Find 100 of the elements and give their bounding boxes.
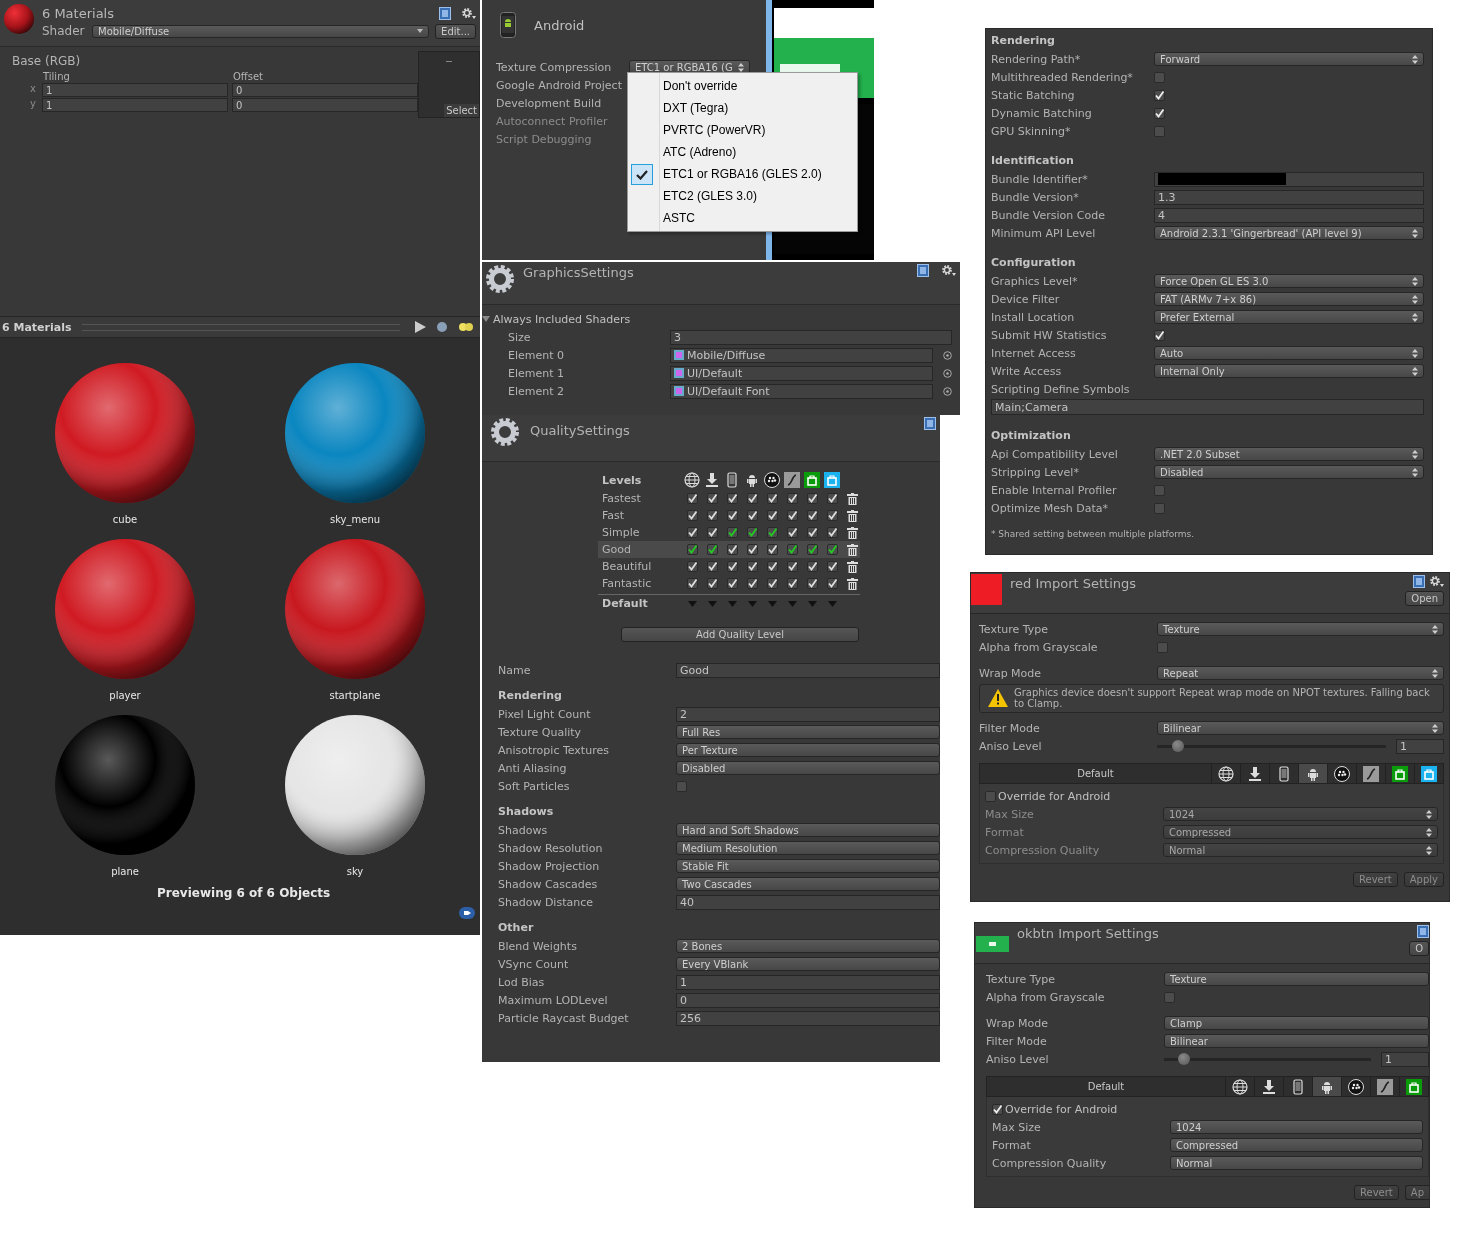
checkbox[interactable] bbox=[726, 544, 738, 555]
dropdown[interactable]: Internal Only bbox=[1154, 364, 1424, 378]
checkbox[interactable] bbox=[826, 493, 838, 504]
dropdown[interactable]: Prefer External bbox=[1154, 310, 1424, 324]
platform-tab[interactable] bbox=[1312, 1077, 1341, 1096]
dropdown[interactable]: Two Cascades bbox=[676, 877, 940, 891]
edit-button[interactable]: Edit... bbox=[435, 23, 476, 39]
platform-tab[interactable] bbox=[1298, 764, 1327, 783]
dropdown[interactable]: Disabled bbox=[1154, 465, 1424, 479]
level-row[interactable]: Beautiful bbox=[598, 558, 860, 575]
checkbox[interactable] bbox=[766, 561, 778, 572]
dropdown[interactable]: Normal bbox=[1170, 1156, 1423, 1170]
dropdown[interactable]: Forward bbox=[1154, 52, 1424, 66]
trash-icon[interactable] bbox=[846, 509, 858, 522]
checkbox[interactable] bbox=[1164, 991, 1175, 1003]
dropdown[interactable]: Medium Resolution bbox=[676, 841, 940, 855]
text-field[interactable]: 1 bbox=[676, 974, 940, 990]
number-field[interactable]: 1 bbox=[1396, 738, 1444, 754]
checkbox[interactable] bbox=[706, 561, 718, 572]
checkbox[interactable] bbox=[786, 493, 798, 504]
checkbox[interactable] bbox=[726, 561, 738, 572]
dropdown[interactable]: Auto bbox=[1154, 346, 1424, 360]
checkbox[interactable] bbox=[686, 578, 698, 589]
shader-dropdown[interactable]: Mobile/Diffuse bbox=[92, 24, 430, 38]
checkbox[interactable] bbox=[706, 578, 718, 589]
book-icon[interactable] bbox=[439, 6, 451, 20]
checkbox[interactable] bbox=[726, 578, 738, 589]
menu-item[interactable]: ETC2 (GLES 3.0) bbox=[630, 185, 855, 207]
text-field[interactable]: 1.3 bbox=[1154, 189, 1424, 205]
level-row[interactable]: Good bbox=[598, 541, 860, 558]
checkbox[interactable] bbox=[786, 561, 798, 572]
lights-icon[interactable] bbox=[458, 321, 474, 333]
checkbox[interactable] bbox=[706, 510, 718, 521]
checkbox[interactable] bbox=[992, 1103, 1003, 1115]
checkbox[interactable] bbox=[746, 544, 758, 555]
object-field[interactable]: Mobile/Diffuse bbox=[670, 347, 933, 363]
checkbox[interactable] bbox=[766, 527, 778, 538]
book-icon[interactable] bbox=[917, 264, 929, 277]
checkbox[interactable] bbox=[806, 527, 818, 538]
sphere-icon[interactable] bbox=[436, 321, 448, 333]
checkbox[interactable] bbox=[686, 561, 698, 572]
number-field[interactable]: 1 bbox=[1381, 1051, 1429, 1067]
text-field[interactable]: Good bbox=[676, 662, 940, 678]
number-field[interactable]: 0 bbox=[232, 83, 418, 97]
checkbox[interactable] bbox=[826, 544, 838, 555]
text-field[interactable]: 2 bbox=[676, 706, 940, 722]
level-row[interactable]: Fastest bbox=[598, 490, 860, 507]
checkbox[interactable] bbox=[806, 544, 818, 555]
checkbox[interactable] bbox=[746, 561, 758, 572]
dropdown[interactable]: Android 2.3.1 'Gingerbread' (API level 9) bbox=[1154, 226, 1424, 240]
gear-icon[interactable] bbox=[1429, 575, 1444, 588]
text-field[interactable]: 4 bbox=[1154, 207, 1424, 223]
text-field[interactable] bbox=[1154, 171, 1424, 187]
foldout[interactable]: Always Included Shaders bbox=[482, 310, 960, 328]
checkbox[interactable] bbox=[1157, 641, 1168, 653]
checkbox[interactable] bbox=[826, 578, 838, 589]
dropdown[interactable]: Compressed bbox=[1170, 1138, 1423, 1152]
checkbox[interactable] bbox=[826, 561, 838, 572]
checkbox[interactable] bbox=[766, 544, 778, 555]
trash-icon[interactable] bbox=[846, 526, 858, 539]
checkbox[interactable] bbox=[985, 790, 996, 802]
checkbox[interactable] bbox=[806, 493, 818, 504]
level-row[interactable]: Fantastic bbox=[598, 575, 860, 592]
select-button[interactable]: Select bbox=[444, 104, 479, 117]
checkbox[interactable] bbox=[766, 578, 778, 589]
dropdown[interactable]: 2 Bones bbox=[676, 939, 940, 953]
dropdown[interactable]: Per Texture bbox=[676, 743, 940, 757]
menu-item[interactable]: ETC1 or RGBA16 (GLES 2.0) bbox=[630, 163, 855, 185]
book-icon[interactable] bbox=[1417, 925, 1429, 938]
checkbox[interactable] bbox=[706, 527, 718, 538]
text-field[interactable]: 256 bbox=[676, 1010, 940, 1026]
checkbox[interactable] bbox=[826, 527, 838, 538]
add-quality-level-button[interactable]: Add Quality Level bbox=[621, 627, 859, 642]
dropdown[interactable]: Full Res bbox=[676, 725, 940, 739]
book-icon[interactable] bbox=[924, 417, 936, 430]
open-button[interactable]: Open bbox=[1405, 591, 1444, 606]
menu-item[interactable]: DXT (Tegra) bbox=[630, 97, 855, 119]
dropdown[interactable]: 1024 bbox=[1170, 1120, 1423, 1134]
checkbox[interactable] bbox=[726, 527, 738, 538]
menu-item[interactable]: ASTC bbox=[630, 207, 855, 229]
menu-item[interactable]: Don't override bbox=[630, 75, 855, 97]
checkbox[interactable] bbox=[706, 544, 718, 555]
checkbox[interactable] bbox=[1154, 89, 1165, 101]
checkbox[interactable] bbox=[1154, 107, 1165, 119]
checkbox[interactable] bbox=[786, 527, 798, 538]
texture-slot[interactable]: Select bbox=[418, 51, 480, 118]
dropdown[interactable]: Hard and Soft Shadows bbox=[676, 823, 940, 837]
checkbox[interactable] bbox=[686, 510, 698, 521]
checkbox[interactable] bbox=[706, 493, 718, 504]
menu-item[interactable]: ATC (Adreno) bbox=[630, 141, 855, 163]
checkbox[interactable] bbox=[1154, 329, 1165, 341]
slider-thumb[interactable] bbox=[1172, 740, 1185, 752]
object-field[interactable]: UI/Default bbox=[670, 365, 933, 381]
tag-icon[interactable] bbox=[459, 907, 475, 919]
trash-icon[interactable] bbox=[846, 543, 858, 556]
checkbox[interactable] bbox=[806, 578, 818, 589]
checkbox[interactable] bbox=[686, 493, 698, 504]
checkbox[interactable] bbox=[1154, 484, 1165, 496]
checkbox[interactable] bbox=[1154, 71, 1165, 83]
dropdown[interactable]: Texture bbox=[1164, 972, 1429, 986]
